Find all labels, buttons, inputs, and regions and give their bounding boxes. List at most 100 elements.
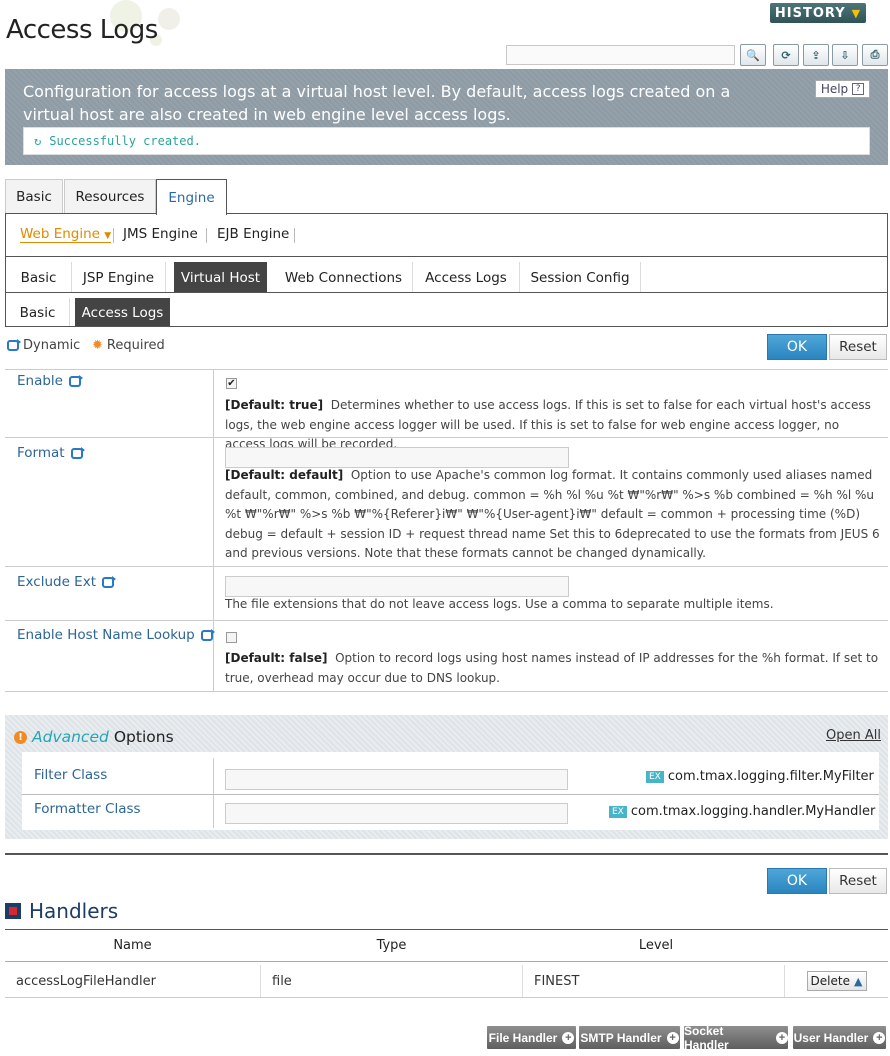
tab-engine[interactable]: Engine bbox=[156, 179, 227, 215]
handler-type: file bbox=[261, 965, 523, 997]
format-input[interactable] bbox=[225, 447, 569, 468]
column-divider bbox=[213, 758, 214, 828]
table-row: accessLogFileHandler file FINEST Delete ▲ bbox=[5, 965, 888, 998]
refresh-icon[interactable]: ⟳ bbox=[773, 44, 799, 66]
status-message: ↻ Successfully created. bbox=[23, 127, 870, 155]
column-divider bbox=[213, 369, 214, 691]
tab-access-logs[interactable]: Access Logs bbox=[413, 262, 520, 293]
field-desc-enable: [Default: true] Determines whether to us… bbox=[225, 396, 880, 455]
delete-button[interactable]: Delete ▲ bbox=[806, 971, 867, 991]
default-value: [Default: default] bbox=[225, 468, 344, 482]
tab-virtual-host[interactable]: Virtual Host bbox=[174, 262, 267, 293]
xml-export-icon[interactable]: ⇪ bbox=[803, 44, 829, 66]
dynamic-icon bbox=[7, 339, 21, 351]
row-divider bbox=[5, 620, 888, 621]
exclude-ext-input[interactable] bbox=[225, 576, 569, 597]
reset-button[interactable]: Reset bbox=[829, 334, 887, 360]
divider bbox=[6, 256, 887, 257]
xml-import-icon[interactable]: ⇩ bbox=[832, 44, 858, 66]
ok-button[interactable]: OK bbox=[767, 868, 827, 894]
field-label-filter-class: Filter Class bbox=[34, 767, 108, 783]
field-label-formatter-class: Formatter Class bbox=[34, 801, 141, 817]
dynamic-icon bbox=[68, 374, 83, 387]
header-decoration bbox=[158, 8, 180, 30]
row-divider bbox=[5, 369, 888, 370]
handlers-table-header: Name Type Level bbox=[5, 929, 888, 962]
print-icon[interactable]: ⎙ bbox=[862, 44, 888, 66]
subnav-ejb-engine[interactable]: EJB Engine bbox=[217, 226, 289, 242]
subnav-jms-engine[interactable]: JMS Engine bbox=[123, 226, 198, 242]
description-text: Configuration for access logs at a virtu… bbox=[23, 82, 731, 124]
open-all-link[interactable]: Open All bbox=[826, 728, 881, 743]
tab-label: Resources bbox=[75, 189, 145, 205]
formatter-class-example: EX com.tmax.logging.handler.MyHandler bbox=[609, 804, 875, 819]
search-input[interactable] bbox=[506, 45, 735, 65]
add-smtp-handler-button[interactable]: SMTP Handler + bbox=[579, 1026, 680, 1049]
tab-vhost-basic[interactable]: Basic bbox=[6, 298, 70, 327]
legend-dynamic-label: Dynamic bbox=[23, 338, 81, 353]
handler-actions: Delete ▲ bbox=[785, 965, 888, 997]
host-lookup-checkbox[interactable] bbox=[226, 632, 237, 643]
status-message-text: Successfully created. bbox=[49, 134, 201, 148]
plus-icon: + bbox=[666, 1031, 679, 1044]
row-divider bbox=[22, 794, 879, 795]
help-label: Help bbox=[820, 82, 849, 96]
row-divider bbox=[5, 566, 888, 567]
button-label: User Handler bbox=[793, 1030, 869, 1045]
reset-button[interactable]: Reset bbox=[829, 868, 887, 894]
alert-icon: ! bbox=[14, 730, 27, 744]
history-button[interactable]: HISTORY ▼ bbox=[770, 3, 866, 23]
field-label-enable: Enable bbox=[17, 373, 83, 389]
tab-engine-basic[interactable]: Basic bbox=[6, 262, 72, 293]
row-divider bbox=[5, 437, 888, 438]
add-file-handler-button[interactable]: File Handler + bbox=[487, 1026, 576, 1049]
default-value: [Default: false] bbox=[225, 651, 328, 665]
delete-icon: ▲ bbox=[853, 974, 863, 988]
tab-vhost-access-logs[interactable]: Access Logs bbox=[75, 298, 170, 327]
example-badge: EX bbox=[646, 770, 664, 783]
field-label-exclude-ext: Exclude Ext bbox=[17, 574, 116, 590]
caret-down-icon: ▼ bbox=[104, 231, 112, 241]
advanced-title-em: Advanced bbox=[32, 728, 109, 746]
plus-icon: + bbox=[562, 1031, 575, 1044]
dynamic-icon bbox=[70, 446, 85, 459]
default-value: [Default: true] bbox=[225, 398, 324, 412]
tab-jsp-engine[interactable]: JSP Engine bbox=[72, 262, 166, 293]
dynamic-icon bbox=[102, 575, 116, 588]
example-text: com.tmax.logging.handler.MyHandler bbox=[630, 804, 876, 819]
search-icon[interactable]: 🔍 bbox=[740, 44, 766, 66]
separator bbox=[206, 228, 207, 243]
advanced-title-rest: Options bbox=[113, 728, 174, 746]
delete-label: Delete bbox=[810, 974, 850, 988]
field-label-host-lookup: Enable Host Name Lookup bbox=[17, 627, 215, 643]
column-header-name: Name bbox=[113, 938, 152, 953]
tab-session-config[interactable]: Session Config bbox=[520, 262, 641, 293]
field-label-format: Format bbox=[17, 445, 85, 461]
separator bbox=[294, 228, 295, 243]
help-button[interactable]: Help? bbox=[815, 80, 870, 98]
column-header-type: Type bbox=[376, 938, 407, 953]
handlers-title-text: Handlers bbox=[29, 899, 119, 923]
filter-class-example: EX com.tmax.logging.filter.MyFilter bbox=[646, 769, 874, 784]
handler-level: FINEST bbox=[523, 965, 785, 997]
legend-dynamic: Dynamic bbox=[7, 338, 80, 353]
handler-name: accessLogFileHandler bbox=[5, 965, 261, 997]
tab-resources[interactable]: Resources bbox=[64, 179, 156, 214]
add-socket-handler-button[interactable]: Socket Handler + bbox=[684, 1024, 788, 1052]
tab-web-connections[interactable]: Web Connections bbox=[275, 262, 413, 293]
label-text: Enable bbox=[17, 373, 63, 389]
formatter-class-input[interactable] bbox=[225, 803, 568, 824]
question-icon: ? bbox=[852, 83, 865, 95]
field-desc-exclude-ext: The file extensions that do not leave ac… bbox=[225, 597, 774, 611]
ok-button[interactable]: OK bbox=[767, 334, 827, 360]
add-user-handler-button[interactable]: User Handler + bbox=[793, 1026, 886, 1049]
tab-basic[interactable]: Basic bbox=[5, 179, 63, 214]
tab-label: Basic bbox=[16, 189, 52, 205]
label-text: Exclude Ext bbox=[17, 574, 96, 590]
subnav-web-engine[interactable]: Web Engine ▼ bbox=[20, 226, 112, 243]
filter-class-input[interactable] bbox=[225, 769, 568, 790]
enable-checkbox[interactable]: ✔ bbox=[226, 378, 237, 389]
advanced-options-title: ! Advanced Options bbox=[14, 728, 174, 746]
legend-required: ✹ Required bbox=[92, 338, 165, 353]
button-label: SMTP Handler bbox=[580, 1030, 662, 1045]
